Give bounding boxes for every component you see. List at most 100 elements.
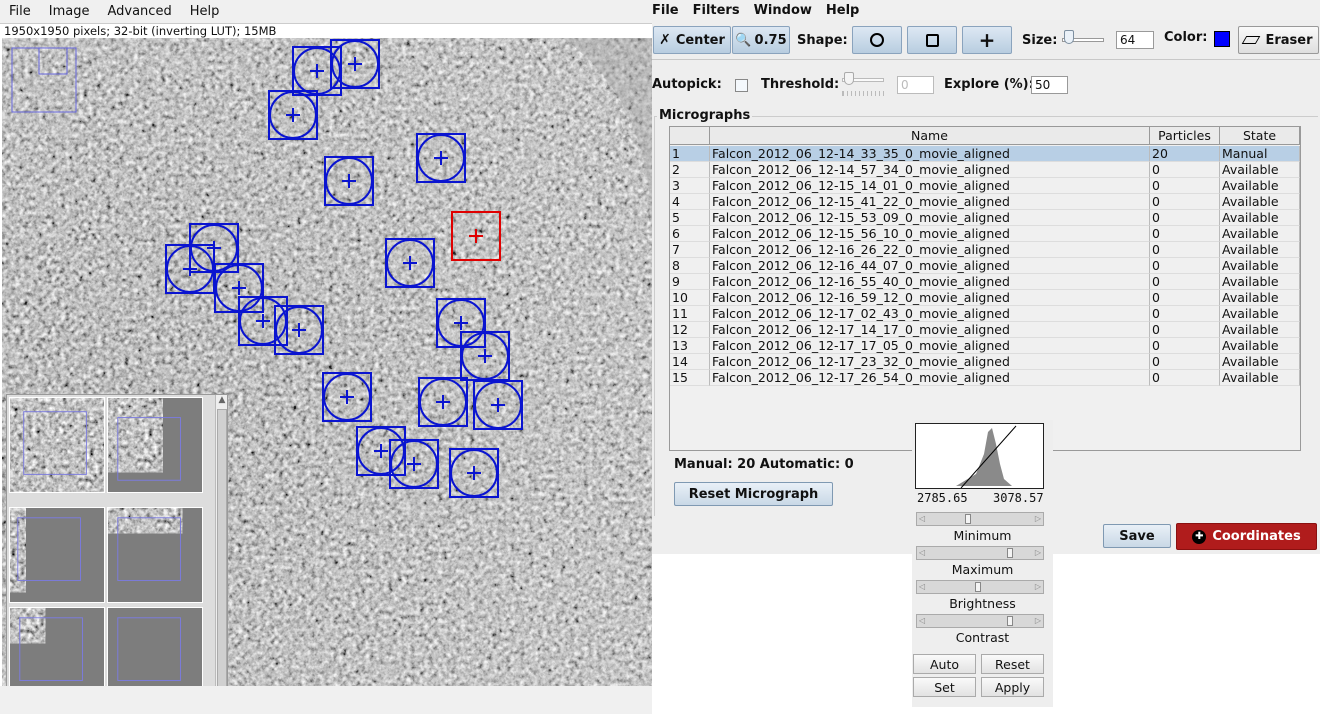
table-row[interactable]: 1 Falcon_2012_06_12-14_33_35_0_movie_alig…: [670, 146, 1300, 162]
color-swatch[interactable]: [1214, 31, 1230, 47]
particle-thumbnail[interactable]: [9, 507, 105, 603]
cell-state: Available: [1220, 242, 1300, 258]
circle-icon: [870, 33, 884, 47]
table-row[interactable]: 7 Falcon_2012_06_12-16_26_22_0_movie_alig…: [670, 242, 1300, 258]
cell-name: Falcon_2012_06_12-17_23_32_0_movie_align…: [710, 354, 1150, 370]
image-window-bottom: [0, 686, 652, 714]
table-row[interactable]: 3 Falcon_2012_06_12-15_14_01_0_movie_alig…: [670, 178, 1300, 194]
cell-state: Available: [1220, 370, 1300, 386]
cell-particles: 20: [1150, 146, 1220, 162]
coordinates-label: Coordinates: [1212, 529, 1301, 544]
header-particles[interactable]: Particles: [1150, 127, 1220, 145]
cell-state: Available: [1220, 274, 1300, 290]
explore-field[interactable]: 50: [1031, 76, 1068, 94]
menu-file[interactable]: File: [652, 3, 686, 18]
table-row[interactable]: 9 Falcon_2012_06_12-16_55_40_0_movie_alig…: [670, 274, 1300, 290]
picker-menubar: File Filters Window Help: [652, 0, 1320, 20]
maximum-label: Maximum: [951, 562, 1014, 577]
cell-state: Available: [1220, 178, 1300, 194]
cell-name: Falcon_2012_06_12-15_41_22_0_movie_align…: [710, 194, 1150, 210]
cell-particles: 0: [1150, 370, 1220, 386]
set-button[interactable]: Set: [913, 677, 976, 697]
menu-help[interactable]: Help: [819, 3, 866, 18]
header-index: [670, 127, 710, 145]
micrographs-title: Micrographs: [657, 108, 753, 123]
table-row[interactable]: 5 Falcon_2012_06_12-15_53_09_0_movie_alig…: [670, 210, 1300, 226]
size-field[interactable]: 64: [1116, 31, 1154, 49]
menu-file[interactable]: File: [0, 4, 40, 19]
cell-state: Manual: [1220, 146, 1300, 162]
cell-particles: 0: [1150, 274, 1220, 290]
min-value: 2785.65: [917, 491, 968, 505]
zoom-button[interactable]: 🔍 0.75: [732, 26, 790, 54]
table-row[interactable]: 13 Falcon_2012_06_12-17_17_05_0_movie_ali…: [670, 338, 1300, 354]
header-name[interactable]: Name: [710, 127, 1150, 145]
center-button[interactable]: ✗ Center: [653, 26, 731, 54]
minimum-slider[interactable]: ◁ ▷: [916, 512, 1044, 526]
menu-image[interactable]: Image: [40, 4, 99, 19]
cell-name: Falcon_2012_06_12-17_17_05_0_movie_align…: [710, 338, 1150, 354]
cell-particles: 0: [1150, 226, 1220, 242]
shape-square-button[interactable]: [907, 26, 957, 54]
cell-particles: 0: [1150, 242, 1220, 258]
gallery-scrollbar[interactable]: ▲: [215, 395, 227, 713]
cell-name: Falcon_2012_06_12-17_14_17_0_movie_align…: [710, 322, 1150, 338]
scrollbar-thumb[interactable]: [217, 409, 227, 699]
autopick-checkbox[interactable]: [735, 79, 748, 92]
threshold-label: Threshold:: [761, 77, 840, 92]
threshold-slider[interactable]: [842, 72, 886, 98]
brightness-contrast-dialog: 2785.65 3078.57 ◁ ▷ Minimum ◁ ▷ Maximum ◁ ▷…: [912, 420, 1053, 707]
shape-cross-button[interactable]: +: [962, 26, 1012, 54]
save-button[interactable]: Save: [1103, 524, 1171, 548]
apply-button[interactable]: Apply: [981, 677, 1044, 697]
scroll-up-arrow-icon[interactable]: ▲: [216, 395, 228, 409]
table-row[interactable]: 2 Falcon_2012_06_12-14_57_34_0_movie_alig…: [670, 162, 1300, 178]
menu-help[interactable]: Help: [181, 4, 229, 19]
color-label: Color:: [1164, 30, 1208, 45]
maximum-slider[interactable]: ◁ ▷: [916, 546, 1044, 560]
size-slider[interactable]: [1062, 28, 1106, 52]
cell-particles: 0: [1150, 290, 1220, 306]
particle-thumbnail[interactable]: [9, 397, 105, 493]
eraser-button[interactable]: Eraser: [1238, 26, 1319, 54]
auto-button[interactable]: Auto: [913, 654, 976, 674]
brightness-slider[interactable]: ◁ ▷: [916, 580, 1044, 594]
shape-circle-button[interactable]: [852, 26, 902, 54]
cell-state: Available: [1220, 162, 1300, 178]
menu-filters[interactable]: Filters: [686, 3, 747, 18]
particle-thumbnail[interactable]: [107, 397, 203, 493]
table-row[interactable]: 15 Falcon_2012_06_12-17_26_54_0_movie_ali…: [670, 370, 1300, 386]
header-state[interactable]: State: [1220, 127, 1300, 145]
menu-window[interactable]: Window: [747, 3, 819, 18]
table-header: Name Particles State: [670, 127, 1300, 145]
eraser-label: Eraser: [1265, 32, 1313, 48]
cell-particles: 0: [1150, 210, 1220, 226]
toolbar: ✗ Center 🔍 0.75 Shape: + Size: 64 Color:…: [652, 20, 1320, 60]
cell-state: Available: [1220, 194, 1300, 210]
particle-thumbnail[interactable]: [107, 507, 203, 603]
table-row[interactable]: 10 Falcon_2012_06_12-16_59_12_0_movie_ali…: [670, 290, 1300, 306]
cell-n: 7: [670, 242, 710, 258]
eraser-icon: [1242, 36, 1261, 44]
contrast-slider[interactable]: ◁ ▷: [916, 614, 1044, 628]
table-row[interactable]: 6 Falcon_2012_06_12-15_56_10_0_movie_alig…: [670, 226, 1300, 242]
table-row[interactable]: 11 Falcon_2012_06_12-17_02_43_0_movie_ali…: [670, 306, 1300, 322]
table-row[interactable]: 4 Falcon_2012_06_12-15_41_22_0_movie_alig…: [670, 194, 1300, 210]
cell-particles: 0: [1150, 194, 1220, 210]
cell-state: Available: [1220, 322, 1300, 338]
table-row[interactable]: 8 Falcon_2012_06_12-16_44_07_0_movie_alig…: [670, 258, 1300, 274]
cell-n: 4: [670, 194, 710, 210]
cell-n: 3: [670, 178, 710, 194]
contrast-label: Contrast: [955, 630, 1010, 645]
image-info: 1950x1950 pixels; 32-bit (inverting LUT)…: [4, 24, 277, 38]
coordinates-button[interactable]: ✚ Coordinates: [1176, 523, 1317, 550]
cell-name: Falcon_2012_06_12-14_57_34_0_movie_align…: [710, 162, 1150, 178]
menu-advanced[interactable]: Advanced: [98, 4, 180, 19]
threshold-field[interactable]: 0: [897, 76, 934, 94]
minimum-label: Minimum: [953, 528, 1012, 543]
reset-micrograph-button[interactable]: Reset Micrograph: [674, 482, 833, 506]
explore-label: Explore (%):: [944, 77, 1034, 92]
reset-button[interactable]: Reset: [981, 654, 1044, 674]
table-row[interactable]: 14 Falcon_2012_06_12-17_23_32_0_movie_ali…: [670, 354, 1300, 370]
table-row[interactable]: 12 Falcon_2012_06_12-17_14_17_0_movie_ali…: [670, 322, 1300, 338]
